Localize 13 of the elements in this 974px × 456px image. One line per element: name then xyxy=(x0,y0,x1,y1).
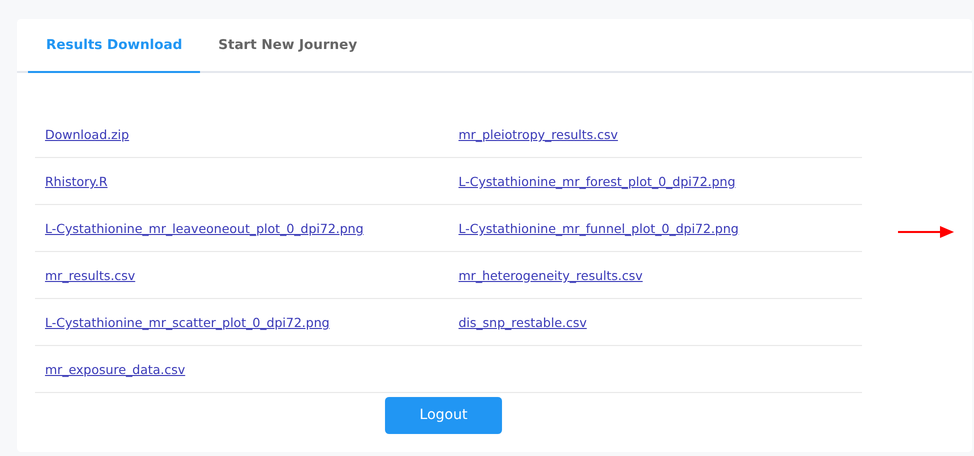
file-link[interactable]: mr_results.csv xyxy=(45,268,136,283)
file-link[interactable]: L-Cystathionine_mr_funnel_plot_0_dpi72.png xyxy=(458,221,739,236)
file-link[interactable]: L-Cystathionine_mr_leaveoneout_plot_0_dpi72.png xyxy=(45,221,364,236)
file-link[interactable]: mr_heterogeneity_results.csv xyxy=(458,268,643,283)
file-link[interactable]: Download.zip xyxy=(45,127,130,142)
file-link[interactable]: mr_exposure_data.csv xyxy=(45,362,186,377)
arrow-icon xyxy=(898,226,954,238)
file-link[interactable]: L-Cystathionine_mr_scatter_plot_0_dpi72.png xyxy=(45,315,330,330)
file-link[interactable]: dis_snp_restable.csv xyxy=(458,315,587,330)
file-link[interactable]: mr_pleiotropy_results.csv xyxy=(458,127,618,142)
file-link[interactable]: Rhistory.R xyxy=(45,174,108,189)
file-link[interactable]: L-Cystathionine_mr_forest_plot_0_dpi72.png xyxy=(458,174,736,189)
tab[interactable]: Start New Journey xyxy=(200,19,376,73)
